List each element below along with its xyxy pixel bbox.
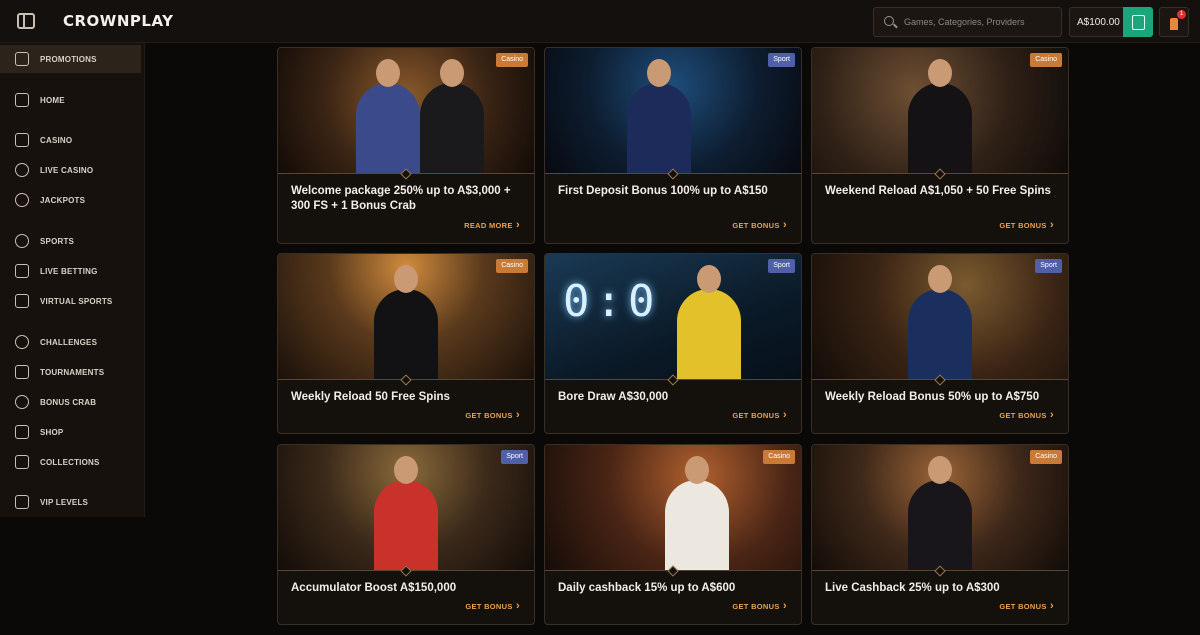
sidebar-item-collections[interactable]: COLLECTIONS — [0, 448, 141, 476]
search-placeholder: Games, Categories, Providers — [904, 17, 1025, 27]
category-badge: Sport — [768, 259, 795, 273]
promo-image — [278, 445, 534, 570]
sidebar-toggle-icon[interactable] — [17, 13, 35, 29]
promo-title: First Deposit Bonus 100% up to A$150 — [558, 185, 768, 197]
gift-icon — [15, 52, 29, 66]
notification-badge: 1 — [1177, 10, 1186, 19]
deposit-button[interactable] — [1123, 7, 1153, 37]
promo-image — [812, 254, 1068, 379]
sidebar-item-label: HOME — [40, 95, 65, 105]
balance-amount: A$100.00 — [1077, 17, 1120, 28]
promo-title: Weekend Reload A$1,050 + 50 Free Spins — [825, 185, 1051, 197]
sidebar-item-label: BONUS CRAB — [40, 397, 97, 407]
sidebar-item-promotions[interactable]: PROMOTIONS — [0, 45, 141, 73]
promo-image — [278, 254, 534, 379]
promo-title: Live Cashback 25% up to A$300 — [825, 582, 1000, 594]
promo-title: Weekly Reload Bonus 50% up to A$750 — [825, 391, 1040, 403]
promo-card[interactable]: Sport Accumulator Boost A$150,000 GET BO… — [277, 444, 535, 625]
sidebar: PROMOTIONS HOME CASINO LIVE CASINO JACKP… — [0, 43, 145, 517]
category-badge: Casino — [496, 53, 528, 67]
promo-card[interactable]: Casino Live Cashback 25% up to A$300 GET… — [811, 444, 1069, 625]
promo-card[interactable]: Casino Weekly Reload 50 Free Spins GET B… — [277, 253, 535, 434]
shop-icon — [15, 425, 29, 439]
sidebar-item-challenges[interactable]: CHALLENGES — [0, 328, 141, 356]
medal-icon — [15, 335, 29, 349]
profile-button[interactable]: 1 — [1159, 7, 1189, 37]
gamepad-icon — [15, 294, 29, 308]
ball-icon — [15, 234, 29, 248]
sidebar-item-live-casino[interactable]: LIVE CASINO — [0, 156, 141, 184]
search-input[interactable]: Games, Categories, Providers — [873, 7, 1062, 37]
sidebar-item-label: SHOP — [40, 427, 64, 437]
sidebar-item-label: COLLECTIONS — [40, 457, 100, 467]
logo[interactable]: CROWNPLAY — [63, 12, 174, 30]
get-bonus-button[interactable]: GET BONUS — [999, 219, 1054, 231]
promo-image: 0:0 — [545, 254, 801, 379]
sidebar-item-label: CASINO — [40, 135, 73, 145]
category-badge: Casino — [763, 450, 795, 464]
sidebar-item-jackpots[interactable]: JACKPOTS — [0, 186, 141, 214]
home-icon — [15, 93, 29, 107]
scoreboard: 0:0 — [563, 276, 661, 327]
sidebar-item-label: CHALLENGES — [40, 337, 98, 347]
promo-title: Daily cashback 15% up to A$600 — [558, 582, 736, 594]
sidebar-item-label: VIRTUAL SPORTS — [40, 296, 113, 306]
sidebar-item-shop[interactable]: SHOP — [0, 418, 141, 446]
live-betting-icon — [15, 264, 29, 278]
sidebar-item-casino[interactable]: CASINO — [0, 126, 141, 154]
crab-icon — [15, 395, 29, 409]
get-bonus-button[interactable]: GET BONUS — [732, 219, 787, 231]
sidebar-item-sports[interactable]: SPORTS — [0, 227, 141, 255]
sidebar-item-label: LIVE BETTING — [40, 266, 98, 276]
sidebar-item-live-betting[interactable]: LIVE BETTING — [0, 257, 141, 285]
slot-machine-icon — [15, 133, 29, 147]
promo-image — [278, 48, 534, 173]
get-bonus-button[interactable]: GET BONUS — [732, 600, 787, 612]
category-badge: Sport — [768, 53, 795, 67]
promo-card[interactable]: Sport Weekly Reload Bonus 50% up to A$75… — [811, 253, 1069, 434]
sidebar-item-label: LIVE CASINO — [40, 165, 94, 175]
jackpot-icon — [15, 193, 29, 207]
search-icon — [884, 16, 894, 26]
sidebar-item-label: JACKPOTS — [40, 195, 86, 205]
get-bonus-button[interactable]: GET BONUS — [999, 600, 1054, 612]
sidebar-item-virtual-sports[interactable]: VIRTUAL SPORTS — [0, 287, 141, 315]
top-header: CROWNPLAY Games, Categories, Providers A… — [0, 0, 1200, 43]
promo-title: Bore Draw A$30,000 — [558, 391, 669, 403]
promo-card[interactable]: Casino Daily cashback 15% up to A$600 GE… — [544, 444, 802, 625]
promo-title: Welcome package 250% up to A$3,000 + 300… — [291, 185, 511, 212]
sidebar-item-tournaments[interactable]: TOURNAMENTS — [0, 358, 141, 386]
promo-card[interactable]: 0:0 Sport Bore Draw A$30,000 GET BONUS — [544, 253, 802, 434]
get-bonus-button[interactable]: GET BONUS — [999, 409, 1054, 421]
category-badge: Casino — [496, 259, 528, 273]
read-more-button[interactable]: READ MORE — [464, 219, 520, 231]
promo-image — [545, 48, 801, 173]
promo-title: Weekly Reload 50 Free Spins — [291, 391, 450, 403]
get-bonus-button[interactable]: GET BONUS — [465, 600, 520, 612]
crown-icon — [15, 495, 29, 509]
category-badge: Casino — [1030, 450, 1062, 464]
get-bonus-button[interactable]: GET BONUS — [732, 409, 787, 421]
promo-title: Accumulator Boost A$150,000 — [291, 582, 457, 594]
promo-card[interactable]: Sport First Deposit Bonus 100% up to A$1… — [544, 47, 802, 244]
promo-card[interactable]: Casino Welcome package 250% up to A$3,00… — [277, 47, 535, 244]
collections-icon — [15, 455, 29, 469]
sidebar-item-home[interactable]: HOME — [0, 86, 141, 114]
category-badge: Sport — [1035, 259, 1062, 273]
trophy-icon — [15, 365, 29, 379]
category-badge: Casino — [1030, 53, 1062, 67]
promo-card[interactable]: Casino Weekend Reload A$1,050 + 50 Free … — [811, 47, 1069, 244]
promo-image — [812, 445, 1068, 570]
category-badge: Sport — [501, 450, 528, 464]
sidebar-item-label: SPORTS — [40, 236, 75, 246]
sidebar-item-bonus-crab[interactable]: BONUS CRAB — [0, 388, 141, 416]
promo-image — [812, 48, 1068, 173]
sidebar-item-vip-levels[interactable]: VIP LEVELS — [0, 488, 141, 516]
promo-image — [545, 445, 801, 570]
get-bonus-button[interactable]: GET BONUS — [465, 409, 520, 421]
spade-icon — [15, 163, 29, 177]
sidebar-item-label: PROMOTIONS — [40, 54, 97, 64]
sidebar-item-label: TOURNAMENTS — [40, 367, 105, 377]
sidebar-item-label: VIP LEVELS — [40, 497, 89, 507]
